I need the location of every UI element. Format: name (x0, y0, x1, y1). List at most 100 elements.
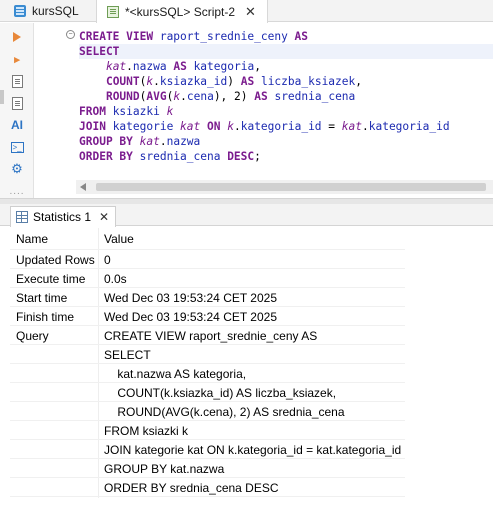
row-value: Wed Dec 03 19:53:24 CET 2025 (104, 291, 278, 305)
editor-side-toolbar: ▸ AI >_ ⚙ .... (0, 23, 34, 199)
database-icon (14, 5, 26, 17)
close-icon[interactable]: ✕ (99, 210, 109, 224)
scrollbar-thumb[interactable] (96, 183, 486, 191)
code-token: ksiazka_id (159, 75, 228, 88)
code-line[interactable]: JOIN kategorie kat ON k.kategoria_id = k… (79, 119, 450, 134)
grid-icon (16, 211, 28, 223)
statistics-table: Name Value Updated Rows 0 Execute time 0.0s… (10, 228, 405, 497)
code-token: , (254, 60, 261, 73)
terminal-icon[interactable]: >_ (9, 139, 25, 155)
code-token: kategorie (112, 120, 181, 133)
code-token: . (361, 120, 369, 133)
code-line[interactable]: ROUND(AVG(k.cena), 2) AS srednia_cena (79, 89, 450, 104)
explain-plan-icon[interactable] (9, 73, 25, 89)
sql-editor[interactable]: − CREATE VIEW raport_srednie_ceny AS SELE… (34, 23, 493, 177)
code-token: ), 2) (213, 90, 255, 103)
row-value: ORDER BY srednia_cena DESC (104, 481, 279, 495)
table-row[interactable]: ORDER BY srednia_cena DESC (10, 478, 405, 497)
code-token: FROM (79, 105, 113, 118)
panel-edge-handle[interactable] (0, 90, 4, 104)
code-token: , (355, 75, 362, 88)
code-token: . (233, 120, 241, 133)
table-row[interactable]: Finish time Wed Dec 03 19:53:24 CET 2025 (10, 307, 405, 326)
table-row[interactable]: ROUND(AVG(k.cena), 2) AS srednia_cena (10, 402, 405, 421)
code-token: SELECT (79, 45, 120, 58)
code-line[interactable]: SELECT (79, 44, 450, 59)
code-token: CREATE VIEW (79, 30, 160, 43)
code-line[interactable]: FROM ksiazki k (79, 104, 450, 119)
code-token: srednia_cena (274, 90, 356, 103)
tab-label: *<kursSQL> Script-2 (125, 4, 236, 19)
code-token: AS (254, 90, 275, 103)
row-name: Updated Rows (16, 253, 95, 267)
execute-script-icon[interactable]: ▸ (9, 51, 25, 67)
code-token: kategoria_id (240, 120, 329, 133)
tab-kurssql[interactable]: kursSQL (0, 0, 96, 22)
code-token: ; (254, 150, 261, 163)
table-row[interactable]: kat.nazwa AS kategoria, (10, 364, 405, 383)
code-token: kat (180, 120, 207, 133)
table-row[interactable]: Start time Wed Dec 03 19:53:24 CET 2025 (10, 288, 405, 307)
row-value: GROUP BY kat.nazwa (104, 462, 225, 476)
code-line[interactable]: kat.nazwa AS kategoria, (79, 59, 450, 74)
code-token: kat (341, 120, 362, 133)
table-row[interactable]: GROUP BY kat.nazwa (10, 459, 405, 478)
row-name: Execute time (16, 272, 86, 286)
row-value: SELECT (104, 348, 151, 362)
table-row[interactable]: Execute time 0.0s (10, 269, 405, 288)
code-token: = (328, 120, 342, 133)
sql-code[interactable]: CREATE VIEW raport_srednie_ceny AS SELECT… (79, 29, 450, 164)
table-row[interactable]: FROM ksiazki k (10, 421, 405, 440)
header-value[interactable]: Value (104, 232, 134, 246)
table-row[interactable]: Query CREATE VIEW raport_srednie_ceny AS (10, 326, 405, 345)
row-name: Query (16, 329, 49, 343)
code-token: AS (173, 60, 194, 73)
code-token: . (159, 135, 167, 148)
sql-script-icon (107, 5, 119, 18)
editor-horizontal-scrollbar[interactable] (76, 180, 493, 194)
code-token: . (126, 60, 133, 73)
row-value: COUNT(k.ksiazka_id) AS liczba_ksiazek, (104, 386, 337, 400)
table-row[interactable]: Updated Rows 0 (10, 250, 405, 269)
close-icon[interactable]: ✕ (245, 4, 256, 20)
row-value: JOIN kategorie kat ON k.kategoria_id = k… (104, 443, 402, 457)
code-token: COUNT (105, 75, 140, 88)
code-token: ) (227, 75, 241, 88)
fold-collapse-icon[interactable]: − (66, 30, 75, 39)
code-token: DESC (227, 150, 255, 163)
code-token: AS (294, 30, 309, 43)
tab-statistics-1[interactable]: Statistics 1 ✕ (10, 206, 117, 227)
code-token: raport_srednie_ceny (159, 30, 295, 43)
row-name: Start time (16, 291, 68, 305)
code-line[interactable]: GROUP BY kat.nazwa (79, 134, 450, 149)
ai-assist-icon[interactable]: AI (9, 117, 25, 133)
code-token: k (227, 120, 234, 133)
code-token: kat (139, 135, 160, 148)
code-token: GROUP BY (79, 135, 140, 148)
code-token: AS (240, 75, 261, 88)
row-value: kat.nazwa AS kategoria, (104, 367, 247, 381)
code-token: kat (105, 60, 127, 73)
code-token: ON (207, 120, 228, 133)
table-row[interactable]: SELECT (10, 345, 405, 364)
code-line[interactable]: ORDER BY srednia_cena DESC; (79, 149, 450, 164)
settings-icon[interactable]: ⚙ (9, 161, 25, 177)
execute-statement-icon[interactable] (9, 29, 25, 45)
more-icon[interactable]: .... (9, 183, 25, 199)
code-line[interactable]: CREATE VIEW raport_srednie_ceny AS (79, 29, 450, 44)
table-row[interactable]: COUNT(k.ksiazka_id) AS liczba_ksiazek, (10, 383, 405, 402)
code-token: srednia_cena (139, 150, 228, 163)
code-line[interactable]: COUNT(k.ksiazka_id) AS liczba_ksiazek, (79, 74, 450, 89)
editor-tab-bar: kursSQL *<kursSQL> Script-2 ✕ (0, 0, 493, 23)
load-history-icon[interactable] (9, 95, 25, 111)
header-name[interactable]: Name (16, 232, 48, 246)
tab-label: kursSQL (32, 4, 79, 18)
scroll-left-icon[interactable] (80, 183, 86, 191)
tab-script-2[interactable]: *<kursSQL> Script-2 ✕ (96, 0, 268, 23)
code-token: . (153, 75, 160, 88)
code-token: kategoria_id (368, 120, 450, 133)
table-row[interactable]: JOIN kategorie kat ON k.kategoria_id = k… (10, 440, 405, 459)
